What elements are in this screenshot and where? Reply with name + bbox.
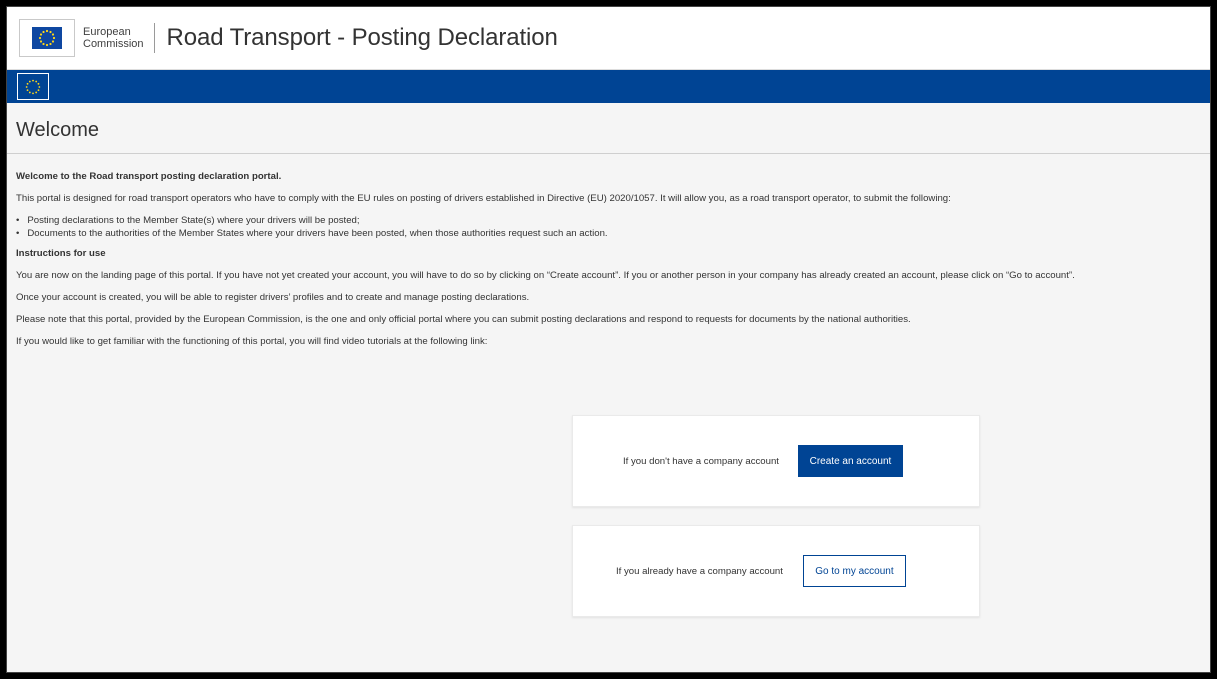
logo-line-european: European [83,26,131,38]
instructions-paragraph-3: Please note that this portal, provided b… [16,314,911,325]
intro-bullet-list: Posting declarations to the Member State… [16,214,1210,240]
page-content: Welcome to the Road transport posting de… [7,154,1210,348]
go-to-account-label: If you already have a company account [616,565,783,577]
page-title: Welcome [7,103,1210,154]
list-item: Documents to the authorities of the Memb… [16,227,1210,240]
site-header: European Commission Road Transport - Pos… [7,7,1210,70]
browser-viewport: European Commission Road Transport - Pos… [7,7,1210,672]
create-account-card: If you don't have a company account Crea… [572,415,980,507]
list-item: Posting declarations to the Member State… [16,214,1210,227]
instructions-paragraph-4: If you would like to get familiar with t… [16,336,488,347]
nav-bar [7,70,1210,103]
create-account-button[interactable]: Create an account [797,445,903,477]
instructions-heading: Instructions for use [16,248,106,259]
intro-paragraph: This portal is designed for road transpo… [16,193,951,204]
go-to-account-card: If you already have a company account Go… [572,525,980,617]
ec-logo[interactable]: European Commission [19,19,144,57]
intro-heading: Welcome to the Road transport posting de… [16,171,282,182]
instructions-paragraph-2: Once your account is created, you will b… [16,292,530,303]
instructions-paragraph-1: You are now on the landing page of this … [16,270,1075,281]
logo-text: European Commission [83,26,144,50]
create-account-label: If you don't have a company account [623,455,779,467]
eu-flag-icon [19,19,75,57]
go-to-account-button[interactable]: Go to my account [802,555,906,587]
eu-stars-icon[interactable] [17,73,49,100]
header-divider [153,23,155,53]
site-title: Road Transport - Posting Declaration [166,24,558,51]
logo-line-commission: Commission [83,38,144,50]
